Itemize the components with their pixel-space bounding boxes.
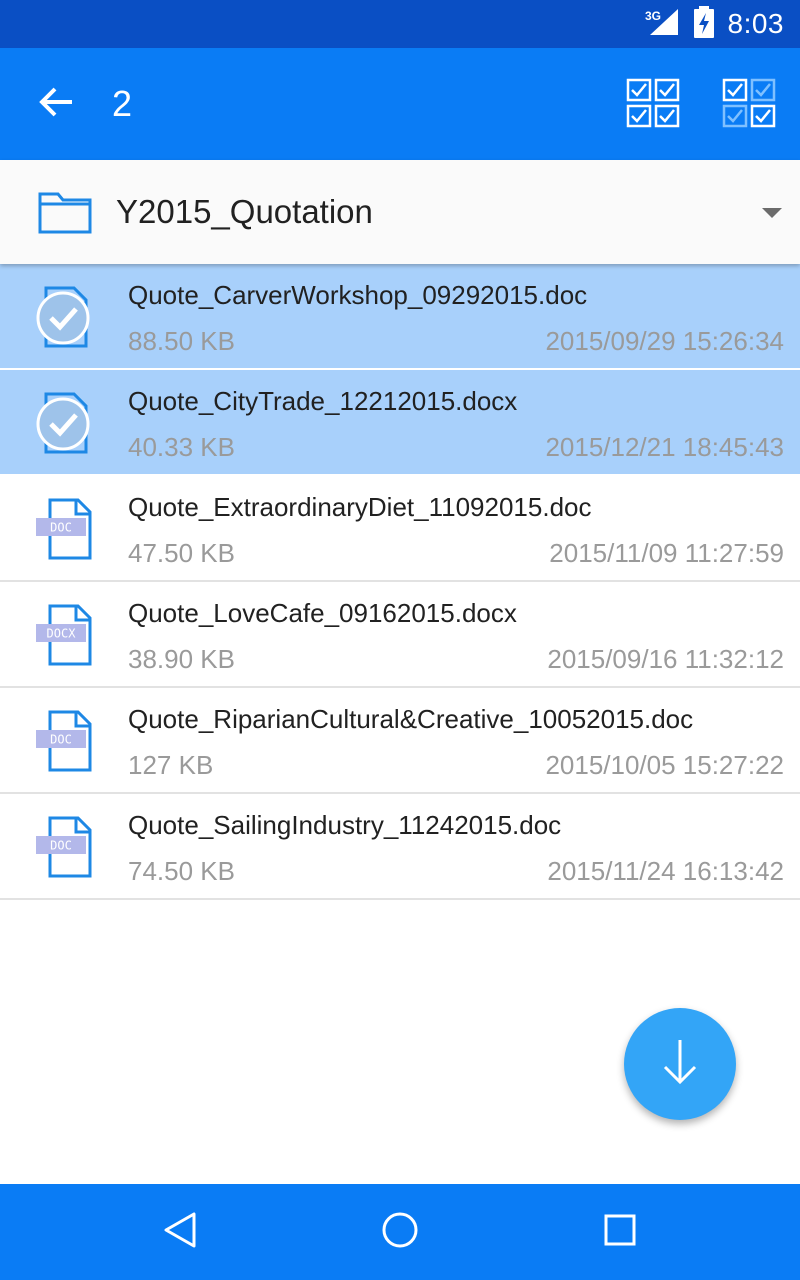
file-date: 2015/10/05 15:27:22 (545, 750, 784, 780)
file-row[interactable]: DOC Quote_ExtraordinaryDiet_11092015.doc… (0, 476, 800, 582)
status-time: 8:03 (727, 8, 784, 39)
docx-file-icon: DOCX (30, 602, 96, 668)
file-list: Quote_CarverWorkshop_09292015.doc 88.50 … (0, 264, 800, 900)
cellular-signal-icon: 3G (644, 7, 680, 42)
nav-recents-button[interactable] (596, 1208, 644, 1256)
invert-selection-icon (720, 78, 780, 138)
file-name: Quote_CityTrade_12212015.docx (128, 386, 518, 416)
file-name: Quote_RiparianCultural&Creative_10052015… (128, 704, 694, 734)
dropdown-arrow-icon[interactable] (758, 198, 786, 226)
file-type-label: DOCX (47, 627, 77, 641)
file-row[interactable]: DOC Quote_SailingIndustry_11242015.doc 7… (0, 794, 800, 900)
file-row[interactable]: Quote_CityTrade_12212015.docx 40.33 KB 2… (0, 370, 800, 476)
network-type-label: 3G (645, 9, 661, 23)
file-type-label: DOC (50, 733, 72, 747)
back-button[interactable] (28, 76, 84, 132)
download-button[interactable] (624, 1008, 736, 1120)
selected-check-icon[interactable] (30, 284, 96, 350)
file-size: 38.90 KB (128, 644, 235, 674)
doc-file-icon: DOC (30, 814, 96, 880)
nav-back-triangle-icon (160, 1210, 200, 1255)
file-type-label: DOC (50, 521, 72, 535)
file-name: Quote_LoveCafe_09162015.docx (128, 598, 517, 628)
file-row[interactable]: Quote_CarverWorkshop_09292015.doc 88.50 … (0, 264, 800, 370)
nav-home-button[interactable] (376, 1208, 424, 1256)
invert-selection-button[interactable] (720, 74, 780, 134)
nav-recents-square-icon (600, 1210, 640, 1255)
folder-name: Y2015_Quotation (116, 193, 373, 230)
file-name: Quote_ExtraordinaryDiet_11092015.doc (128, 492, 592, 522)
file-name: Quote_CarverWorkshop_09292015.doc (128, 280, 588, 310)
folder-icon (38, 190, 92, 234)
file-size: 47.50 KB (128, 538, 235, 568)
file-date: 2015/11/09 11:27:59 (549, 538, 784, 568)
system-nav-bar (0, 1184, 800, 1280)
file-size: 40.33 KB (128, 432, 235, 462)
selected-count: 2 (112, 83, 133, 124)
select-all-button[interactable] (624, 74, 684, 134)
select-all-icon (624, 78, 684, 138)
doc-file-icon: DOC (30, 708, 96, 774)
file-date: 2015/12/21 18:45:43 (545, 432, 784, 462)
file-size: 88.50 KB (128, 326, 235, 356)
file-name: Quote_SailingIndustry_11242015.doc (128, 810, 562, 840)
app-bar: 2 (0, 48, 800, 160)
download-arrow-icon (660, 1038, 700, 1091)
file-size: 127 KB (128, 750, 214, 780)
file-row[interactable]: DOC Quote_RiparianCultural&Creative_1005… (0, 688, 800, 794)
selected-check-icon[interactable] (30, 390, 96, 456)
nav-back-button[interactable] (156, 1208, 204, 1256)
file-date: 2015/09/29 15:26:34 (545, 326, 784, 356)
status-bar: 3G 8:03 (0, 0, 800, 48)
file-row[interactable]: DOCX Quote_LoveCafe_09162015.docx 38.90 … (0, 582, 800, 688)
status-icons: 3G 8:03 (644, 0, 785, 48)
arrow-back-icon (38, 84, 74, 125)
file-type-label: DOC (50, 839, 72, 853)
doc-file-icon: DOC (30, 496, 96, 562)
file-date: 2015/11/24 16:13:42 (547, 856, 784, 886)
folder-selector[interactable]: Y2015_Quotation (0, 160, 800, 264)
file-size: 74.50 KB (128, 856, 235, 886)
nav-home-circle-icon (380, 1210, 420, 1255)
battery-charging-icon (693, 5, 714, 43)
file-date: 2015/09/16 11:32:12 (547, 644, 784, 674)
